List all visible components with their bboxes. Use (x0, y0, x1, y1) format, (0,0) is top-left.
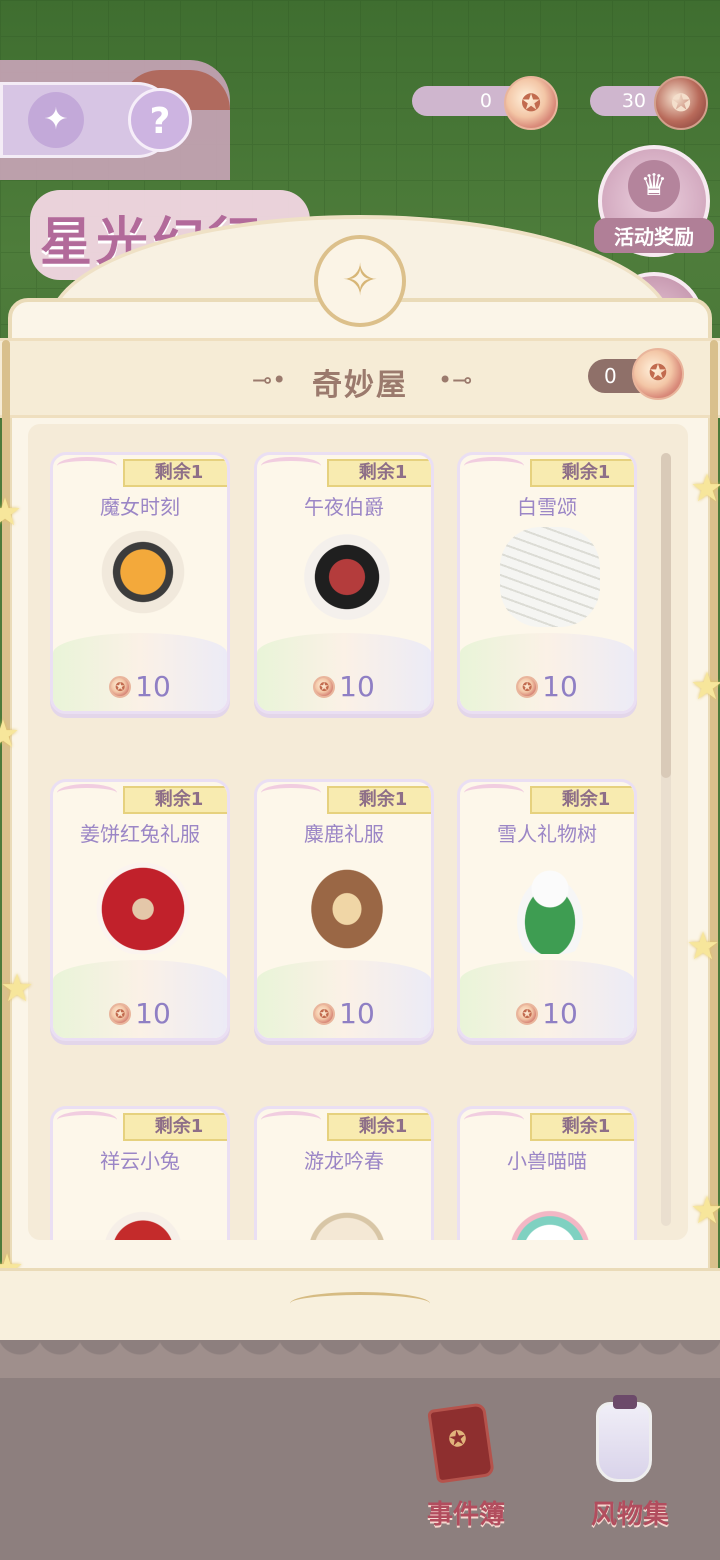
star-decoration-icon: ★ (0, 712, 21, 756)
ribbon-icon (57, 457, 117, 475)
item-price: 10 (257, 997, 431, 1030)
coin-icon (516, 675, 539, 698)
ribbon-icon (464, 457, 524, 475)
shop-item-card[interactable]: 剩余1小兽喵喵10 (457, 1106, 637, 1240)
outfit-image (297, 1181, 397, 1240)
coin-icon (632, 348, 684, 400)
star-decoration-icon: ★ (690, 664, 720, 708)
coin-icon (109, 1002, 132, 1025)
bottle-icon (596, 1395, 652, 1482)
item-name: 姜饼红兔礼服 (80, 822, 200, 846)
shop-item-card[interactable]: 剩余1游龙吟春10 (254, 1106, 434, 1240)
footer-ornament-icon (290, 1292, 430, 1315)
outfit-image (93, 1181, 193, 1240)
ribbon-icon (57, 1111, 117, 1129)
frame-left (2, 340, 10, 1300)
price-value: 10 (135, 670, 171, 703)
outfit-image (93, 854, 193, 954)
star-decoration-icon: ★ (690, 466, 720, 510)
shop-item-card[interactable]: 剩余1 白雪颂 10 (457, 452, 637, 714)
ribbon-icon (464, 784, 524, 802)
help-button[interactable]: ? (128, 88, 192, 152)
collection-button[interactable]: 风物集 (582, 1395, 678, 1530)
item-name: 午夜伯爵 (304, 495, 384, 519)
shop-item-card[interactable]: 剩余1 雪人礼物树 10 (457, 779, 637, 1041)
shop-item-card[interactable]: 剩余1 魔女时刻 10 (50, 452, 230, 714)
bottom-lace-edge (0, 1338, 720, 1378)
stock-badge: 剩余1 (327, 1113, 431, 1141)
coin-icon (109, 675, 132, 698)
item-name: 魔女时刻 (100, 495, 180, 519)
stock-badge: 剩余1 (530, 1113, 634, 1141)
shop-title: 奇妙屋 (312, 368, 408, 403)
item-price: 10 (460, 997, 634, 1030)
item-name: 麋鹿礼服 (304, 822, 384, 846)
stock-badge: 剩余1 (530, 786, 634, 814)
outfit-image (500, 1181, 600, 1240)
price-value: 10 (339, 670, 375, 703)
star-decoration-icon: ★ (690, 1188, 720, 1232)
premium-token-count: 30 (621, 90, 646, 112)
outfit-image (500, 854, 600, 954)
event-reward-label: 活动奖励 (594, 218, 714, 253)
item-name: 白雪颂 (517, 495, 577, 519)
collection-label: 风物集 (590, 1500, 669, 1530)
stock-badge: 剩余1 (123, 459, 227, 487)
coin-icon (504, 76, 558, 130)
stock-badge: 剩余1 (530, 459, 634, 487)
outfit-image (500, 527, 600, 627)
shop-item-card[interactable]: 剩余1 午夜伯爵 10 (254, 452, 434, 714)
item-name: 祥云小兔 (100, 1149, 180, 1173)
coin-icon (516, 1002, 539, 1025)
book-icon (427, 1402, 495, 1484)
question-mark-icon: ? (149, 101, 171, 142)
ribbon-icon (261, 457, 321, 475)
shop-item-card[interactable]: 剩余1 姜饼红兔礼服 10 (50, 779, 230, 1041)
price-value: 10 (339, 997, 375, 1030)
item-name: 游龙吟春 (304, 1149, 384, 1173)
events-book-button[interactable]: 事件簿 (418, 1398, 514, 1530)
item-price: 10 (257, 670, 431, 703)
stock-badge: 剩余1 (123, 1113, 227, 1141)
shop-item-grid[interactable]: 剩余1魔女时刻10剩余1午夜伯爵10剩余1白雪颂10剩余1姜饼红兔礼服10剩余1… (28, 424, 688, 1240)
back-arrow-icon: ✦ (43, 102, 69, 137)
back-button[interactable]: ✦ (28, 92, 84, 148)
outfit-image (297, 854, 397, 954)
ribbon-icon (57, 784, 117, 802)
price-value: 10 (135, 997, 171, 1030)
price-value: 10 (542, 670, 578, 703)
event-token-count: 0 (479, 90, 492, 112)
item-price: 10 (53, 670, 227, 703)
stock-badge: 剩余1 (327, 786, 431, 814)
shop-balance-value: 0 (604, 364, 617, 388)
ribbon-icon (261, 784, 321, 802)
star-emblem-icon: ✧ (314, 235, 406, 327)
ribbon-icon (464, 1111, 524, 1129)
ribbon-icon (261, 1111, 321, 1129)
item-price: 10 (53, 997, 227, 1030)
stock-badge: 剩余1 (327, 459, 431, 487)
shop-item-card[interactable]: 剩余1祥云小兔10 (50, 1106, 230, 1240)
outfit-image (93, 527, 193, 627)
price-value: 10 (542, 997, 578, 1030)
stock-badge: 剩余1 (123, 786, 227, 814)
coin-icon (313, 675, 336, 698)
outfit-image (297, 527, 397, 627)
item-name: 小兽喵喵 (507, 1149, 587, 1173)
scrollbar-thumb[interactable] (661, 453, 671, 778)
shop-item-card[interactable]: 剩余1 麋鹿礼服 10 (254, 779, 434, 1041)
events-book-label: 事件簿 (426, 1500, 505, 1530)
star-decoration-icon: ★ (0, 966, 35, 1010)
star-decoration-icon: ★ (0, 490, 23, 534)
item-name: 雪人礼物树 (497, 822, 597, 846)
star-decoration-icon: ★ (686, 924, 720, 968)
item-price: 10 (460, 670, 634, 703)
reward-emblem-icon: ♛ (628, 160, 680, 212)
title-ornament-right-icon: •⊸ (438, 366, 473, 394)
coin-icon (313, 1002, 336, 1025)
premium-coin-icon (654, 76, 708, 130)
